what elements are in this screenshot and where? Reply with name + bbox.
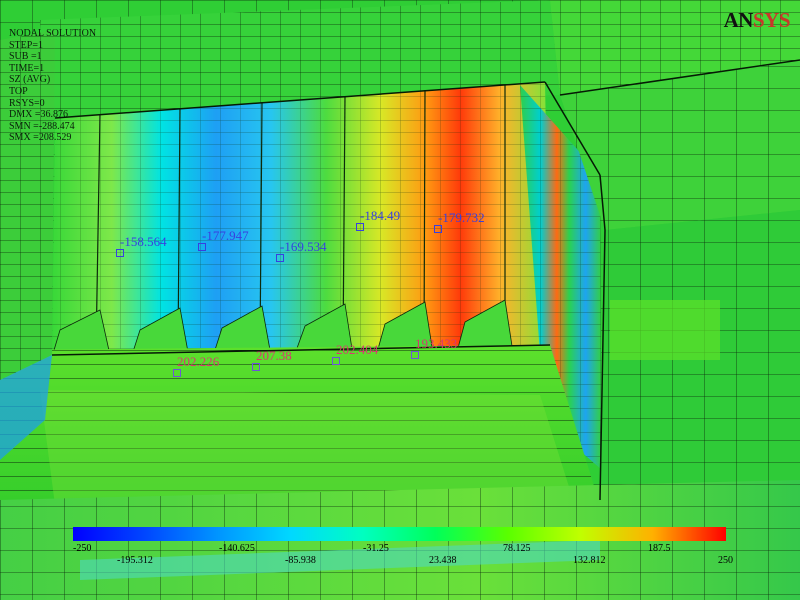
- legend-labels: -250 -195.312 -140.625 -85.938 -31.25 23…: [73, 541, 733, 571]
- info-layer: TOP: [9, 85, 28, 97]
- solution-info-block: NODAL SOLUTION STEP=1 SUB =1 TIME=1 SZ (…: [9, 28, 96, 144]
- node-marker-icon: [173, 369, 181, 377]
- legend-label: 187.5: [648, 543, 671, 554]
- node-marker-icon: [198, 243, 206, 251]
- legend-label: -85.938: [285, 555, 316, 566]
- info-smn: SMN =-288.474: [9, 120, 75, 132]
- info-time: TIME=1: [9, 62, 45, 74]
- info-title: NODAL SOLUTION: [9, 28, 97, 39]
- legend-label: 250: [718, 555, 733, 566]
- legend-label: 132.812: [573, 555, 606, 566]
- legend-color-bar: [73, 527, 726, 541]
- annotation-label[interactable]: -177.947: [198, 228, 249, 251]
- node-marker-icon: [116, 249, 124, 257]
- annotation-label[interactable]: -158.564: [116, 234, 167, 257]
- info-component: SZ (AVG): [9, 74, 51, 86]
- node-marker-icon: [252, 363, 260, 371]
- fea-model-render[interactable]: [0, 0, 800, 600]
- ansys-logo: ANSYS: [723, 8, 791, 33]
- contour-legend: -250 -195.312 -140.625 -85.938 -31.25 23…: [73, 527, 733, 571]
- legend-label: -31.25: [363, 543, 389, 554]
- legend-label: -140.625: [219, 543, 255, 554]
- annotation-label[interactable]: -184.49: [356, 208, 400, 231]
- model-viewport[interactable]: [0, 0, 800, 600]
- annotation-label[interactable]: 202.404: [332, 342, 378, 365]
- annotation-label[interactable]: 207.38: [252, 348, 292, 371]
- node-marker-icon: [276, 254, 284, 262]
- logo-suffix: SYS: [752, 8, 791, 32]
- annotation-label[interactable]: -179.732: [434, 210, 485, 233]
- annotation-label[interactable]: -169.534: [276, 239, 327, 262]
- info-rsys: RSYS=0: [9, 97, 45, 109]
- logo-prefix: AN: [723, 8, 754, 32]
- annotation-label[interactable]: 202.226: [173, 354, 219, 377]
- info-step: STEP=1: [9, 39, 43, 51]
- legend-label: 23.438: [429, 555, 457, 566]
- info-substep: SUB =1: [9, 51, 42, 63]
- legend-label: -250: [73, 543, 92, 554]
- legend-label: 78.125: [503, 543, 531, 554]
- info-smx: SMX =208.529: [9, 132, 72, 144]
- legend-label: -195.312: [117, 555, 153, 566]
- annotation-label[interactable]: 193.433: [411, 336, 457, 359]
- info-dmx: DMX =36.876: [9, 109, 68, 121]
- node-marker-icon: [434, 225, 442, 233]
- node-marker-icon: [411, 351, 419, 359]
- node-marker-icon: [356, 223, 364, 231]
- node-marker-icon: [332, 357, 340, 365]
